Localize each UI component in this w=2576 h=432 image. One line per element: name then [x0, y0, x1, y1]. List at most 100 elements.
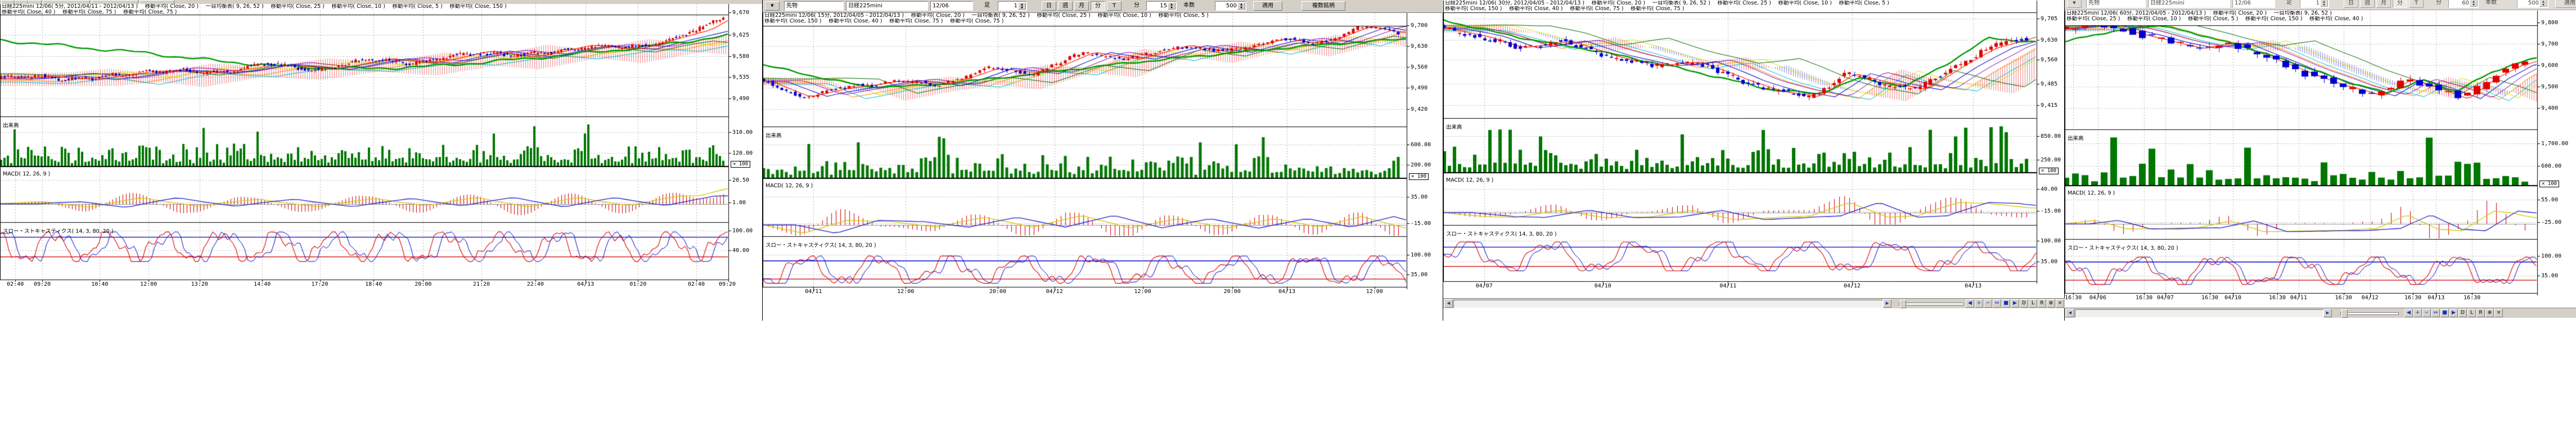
symbol-combo[interactable]: 日経225mini: [2148, 0, 2230, 8]
nav-fit-width-button[interactable]: ↔: [1993, 299, 2001, 308]
minute-label: 分: [2436, 0, 2446, 8]
nav-zoom-in-button[interactable]: +: [1975, 299, 1983, 308]
chart-legend-line1: 日経225mini 12/06( 5分, 2012/04/11 - 2012/0…: [2, 4, 727, 10]
count-spinner[interactable]: 500▲▼: [2517, 0, 2548, 8]
window-menu-button[interactable]: ▼: [2067, 0, 2082, 8]
nav-r-button[interactable]: R: [2038, 299, 2046, 308]
volume-axis-label: 1,700.00: [2541, 141, 2568, 147]
chart-legend-line1: 日経225mini 12/06( 15分, 2012/04/05 - 2012/…: [764, 13, 1405, 19]
period-button-2[interactable]: 月: [1074, 1, 1089, 11]
zoom-slider[interactable]: [1899, 303, 1964, 305]
apply-button[interactable]: 適用: [1253, 1, 1282, 11]
nav-fit-width-button[interactable]: ↔: [2431, 309, 2440, 317]
macd-axis-label: -15.00: [2041, 208, 2061, 214]
time-axis-label: 16:30: [2065, 295, 2082, 301]
symbol-combo[interactable]: 日経225mini: [846, 1, 928, 11]
volume-axis-label: 120.00: [732, 150, 753, 156]
volume-axis-label: 250.00: [2041, 157, 2061, 163]
period-button-1[interactable]: 週: [1058, 1, 1073, 11]
window-menu-button[interactable]: ▼: [765, 1, 780, 11]
scroll-right-button[interactable]: ▶: [2323, 309, 2332, 317]
period-button-4[interactable]: T: [1107, 1, 1122, 11]
time-axis-label: 04/11: [1719, 283, 1736, 289]
nav-magnifier-button[interactable]: ⊕: [2047, 299, 2055, 308]
minute-label: 分: [1134, 1, 1144, 11]
scroll-right-button[interactable]: ▶: [1883, 299, 1892, 308]
chart-canvas[interactable]: [2065, 0, 2576, 321]
price-axis-label: 9,700: [1411, 22, 1427, 29]
period-button-4[interactable]: T: [2409, 0, 2424, 8]
stoch-axis-label: 100.00: [2041, 238, 2061, 244]
period-button-1[interactable]: 週: [2360, 0, 2375, 8]
price-axis-label: 9,400: [2541, 105, 2558, 111]
apply-button[interactable]: 適用: [2555, 0, 2576, 8]
period-button-3[interactable]: 分: [2393, 0, 2407, 8]
category-combo[interactable]: 先物: [2086, 0, 2146, 8]
nav-d-button[interactable]: D: [2020, 299, 2028, 308]
spinner-arrows-icon[interactable]: ▲▼: [2320, 0, 2328, 7]
time-axis-label: 16:30: [2136, 295, 2152, 301]
ashi-count-spinner[interactable]: 1▲▼: [998, 1, 1027, 11]
chart-canvas[interactable]: [763, 0, 1443, 321]
nav-zoom-out-button[interactable]: −: [2422, 309, 2431, 317]
chart-canvas[interactable]: [0, 0, 762, 321]
nav-r-button[interactable]: R: [2476, 309, 2485, 317]
time-axis-label: 22:40: [527, 281, 544, 287]
time-axis-label: 12:00: [140, 281, 157, 287]
toolbar-stub-button[interactable]: [91, 0, 138, 4]
count-label: 本数: [2485, 0, 2503, 8]
toolbar-stub-button[interactable]: [1, 0, 15, 4]
nav-stop-button[interactable]: ■: [2002, 299, 2010, 308]
macd-section-label: MACD( 12, 26, 9 ): [765, 183, 813, 189]
contract-combo[interactable]: 12/06: [930, 1, 973, 11]
scroll-left-button[interactable]: ◀: [2066, 309, 2074, 317]
spinner-arrows-icon[interactable]: ▲▼: [2470, 0, 2478, 7]
nav-magnifier-button[interactable]: ⊕: [2485, 309, 2494, 317]
nav-l-button[interactable]: L: [2467, 309, 2476, 317]
period-button-0[interactable]: 日: [1042, 1, 1056, 11]
nav-l-button[interactable]: L: [2029, 299, 2037, 308]
chart-window-1: 日経225mini 12/06( 5分, 2012/04/11 - 2012/0…: [0, 0, 762, 321]
contract-combo[interactable]: 12/06: [2232, 0, 2275, 8]
nav-zoom-in-button[interactable]: +: [2413, 309, 2422, 317]
spinner-arrows-icon[interactable]: ▲▼: [1018, 2, 1026, 10]
spinner-arrows-icon[interactable]: ▲▼: [2539, 0, 2547, 7]
nav-step-right-button[interactable]: ▶: [2449, 309, 2458, 317]
scroll-left-button[interactable]: ◀: [1444, 299, 1453, 308]
nav-d-button[interactable]: D: [2458, 309, 2467, 317]
period-button-2[interactable]: 月: [2376, 0, 2391, 8]
scrollbar-trough[interactable]: [1453, 300, 1883, 308]
zoom-slider[interactable]: [2340, 312, 2399, 315]
time-axis-label: 04/07: [1476, 283, 1493, 289]
multi-symbol-button[interactable]: 複数銘柄: [1301, 1, 1345, 11]
toolbar-stub-button[interactable]: [43, 0, 90, 4]
spinner-arrows-icon[interactable]: ▲▼: [1237, 2, 1245, 10]
toolbar-stub-button[interactable]: [28, 0, 42, 4]
spinner-arrows-icon[interactable]: ▲▼: [1168, 2, 1176, 10]
period-button-3[interactable]: 分: [1091, 1, 1105, 11]
time-axis-label: 12:00: [1366, 289, 1383, 295]
minute-spinner[interactable]: 60▲▼: [2448, 0, 2479, 8]
count-spinner[interactable]: 500▲▼: [1215, 1, 1246, 11]
toolbar-stub-button[interactable]: [15, 0, 28, 4]
nav-close-button[interactable]: ×: [2056, 299, 2064, 308]
nav-step-right-button[interactable]: ▶: [2011, 299, 2019, 308]
nav-zoom-out-button[interactable]: −: [1984, 299, 1992, 308]
volume-multiplier-badge: × 100: [731, 161, 750, 168]
category-combo[interactable]: 先物: [784, 1, 844, 11]
chart-canvas[interactable]: [1443, 0, 2065, 321]
scrollbar-trough[interactable]: [2075, 309, 2323, 318]
period-button-0[interactable]: 日: [2344, 0, 2358, 8]
nav-step-left-button[interactable]: ◀: [2404, 309, 2413, 317]
nav-step-left-button[interactable]: ◀: [1966, 299, 1974, 308]
nav-stop-button[interactable]: ■: [2440, 309, 2449, 317]
time-axis-label: 21:20: [473, 281, 490, 287]
zoom-slider-thumb[interactable]: [1900, 300, 1906, 308]
nav-close-button[interactable]: ×: [2494, 309, 2503, 317]
chart-workspace: 日経225mini 12/06( 5分, 2012/04/11 - 2012/0…: [0, 0, 2576, 432]
toolbar-stub-button[interactable]: [139, 0, 174, 4]
ashi-count-spinner[interactable]: 1▲▼: [2300, 0, 2329, 8]
minute-spinner[interactable]: 15▲▼: [1146, 1, 1177, 11]
zoom-slider-thumb[interactable]: [2341, 309, 2348, 318]
stoch-section-label: スロー・ストキャスティクス( 14, 3, 80, 20 ): [2068, 244, 2178, 251]
